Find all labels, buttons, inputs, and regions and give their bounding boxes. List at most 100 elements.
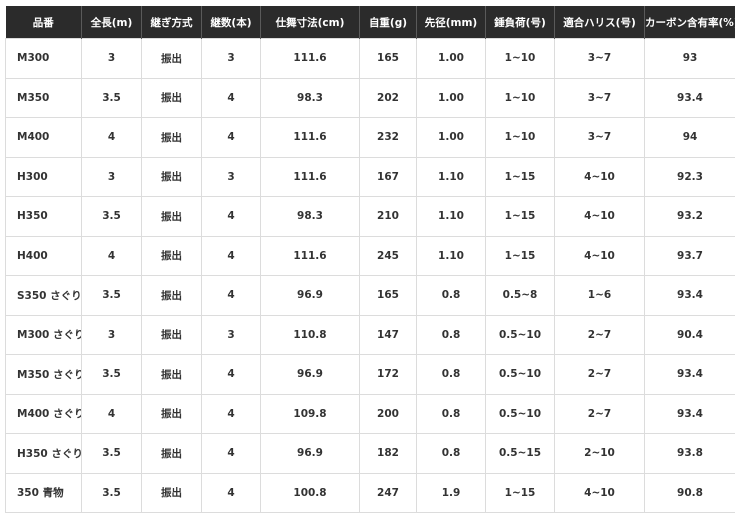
cell-sinker-load: 0.5~10 [485, 354, 555, 395]
table-row: M350 3.5 振出 4 98.3 202 1.00 1~10 3~7 93.4 [5, 77, 735, 118]
cell-carbon-content: 93 [644, 38, 735, 79]
cell-carbon-content: 93.4 [644, 275, 735, 316]
cell-product-code: M300 [5, 38, 82, 79]
cell-weight: 200 [359, 393, 417, 434]
cell-product-code: 350 青物 [5, 472, 82, 513]
column-header-product-code: 品番 [5, 6, 82, 39]
cell-closed-length: 98.3 [260, 77, 360, 118]
cell-sinker-load: 0.5~10 [485, 393, 555, 434]
cell-joint-type: 振出 [141, 275, 202, 316]
cell-carbon-content: 92.3 [644, 156, 735, 197]
column-header-section-count: 継数(本) [201, 6, 261, 39]
column-header-joint-type: 継ぎ方式 [141, 6, 202, 39]
cell-tip-diameter: 1.10 [416, 235, 486, 276]
cell-tip-diameter: 1.00 [416, 117, 486, 158]
cell-joint-type: 振出 [141, 354, 202, 395]
table-row: H350 3.5 振出 4 98.3 210 1.10 1~15 4~10 93.2 [5, 196, 735, 237]
cell-section-count: 4 [201, 275, 261, 316]
column-header-leader-line: 適合ハリス(号) [554, 6, 645, 39]
cell-joint-type: 振出 [141, 117, 202, 158]
cell-sinker-load: 1~15 [485, 235, 555, 276]
cell-tip-diameter: 1.00 [416, 77, 486, 118]
cell-tip-diameter: 0.8 [416, 314, 486, 355]
cell-tip-diameter: 0.8 [416, 433, 486, 474]
cell-sinker-load: 1~15 [485, 472, 555, 513]
table-row: M350 さぐり 3.5 振出 4 96.9 172 0.8 0.5~10 2~7 93.4 [5, 354, 735, 395]
cell-carbon-content: 93.7 [644, 235, 735, 276]
cell-total-length: 4 [81, 117, 142, 158]
cell-weight: 182 [359, 433, 417, 474]
cell-section-count: 4 [201, 393, 261, 434]
column-header-weight: 自重(g) [359, 6, 417, 39]
cell-carbon-content: 93.4 [644, 354, 735, 395]
cell-leader-line: 1~6 [554, 275, 645, 316]
cell-closed-length: 96.9 [260, 354, 360, 395]
cell-product-code: H350 さぐり [5, 433, 82, 474]
cell-product-code: S350 さぐり [5, 275, 82, 316]
cell-section-count: 4 [201, 77, 261, 118]
cell-tip-diameter: 0.8 [416, 354, 486, 395]
cell-closed-length: 111.6 [260, 235, 360, 276]
cell-leader-line: 4~10 [554, 472, 645, 513]
cell-product-code: H300 [5, 156, 82, 197]
cell-weight: 202 [359, 77, 417, 118]
cell-total-length: 3 [81, 156, 142, 197]
cell-product-code: M300 さぐり [5, 314, 82, 355]
table-row: M300 3 振出 3 111.6 165 1.00 1~10 3~7 93 [5, 38, 735, 79]
cell-leader-line: 2~7 [554, 393, 645, 434]
cell-section-count: 4 [201, 235, 261, 276]
cell-total-length: 3.5 [81, 354, 142, 395]
cell-sinker-load: 1~10 [485, 38, 555, 79]
cell-section-count: 4 [201, 354, 261, 395]
column-header-sinker-load: 錘負荷(号) [485, 6, 555, 39]
cell-weight: 167 [359, 156, 417, 197]
cell-weight: 165 [359, 275, 417, 316]
cell-sinker-load: 0.5~15 [485, 433, 555, 474]
cell-joint-type: 振出 [141, 314, 202, 355]
cell-weight: 245 [359, 235, 417, 276]
cell-closed-length: 96.9 [260, 433, 360, 474]
cell-product-code: M400 さぐり [5, 393, 82, 434]
cell-total-length: 3.5 [81, 77, 142, 118]
cell-closed-length: 109.8 [260, 393, 360, 434]
cell-carbon-content: 90.4 [644, 314, 735, 355]
table-row: 350 青物 3.5 振出 4 100.8 247 1.9 1~15 4~10 90.8 [5, 472, 735, 513]
cell-joint-type: 振出 [141, 156, 202, 197]
cell-sinker-load: 1~15 [485, 156, 555, 197]
cell-tip-diameter: 1.9 [416, 472, 486, 513]
cell-sinker-load: 1~10 [485, 117, 555, 158]
cell-leader-line: 4~10 [554, 196, 645, 237]
cell-tip-diameter: 0.8 [416, 275, 486, 316]
cell-carbon-content: 93.8 [644, 433, 735, 474]
cell-weight: 172 [359, 354, 417, 395]
cell-closed-length: 98.3 [260, 196, 360, 237]
cell-sinker-load: 1~15 [485, 196, 555, 237]
cell-leader-line: 2~7 [554, 354, 645, 395]
cell-tip-diameter: 1.10 [416, 196, 486, 237]
cell-carbon-content: 93.4 [644, 77, 735, 118]
cell-tip-diameter: 1.00 [416, 38, 486, 79]
cell-joint-type: 振出 [141, 393, 202, 434]
cell-section-count: 4 [201, 472, 261, 513]
cell-closed-length: 100.8 [260, 472, 360, 513]
cell-product-code: H350 [5, 196, 82, 237]
cell-total-length: 3 [81, 38, 142, 79]
cell-total-length: 4 [81, 235, 142, 276]
cell-section-count: 3 [201, 156, 261, 197]
column-header-carbon-content: カーボン含有率(%) [644, 6, 735, 39]
cell-closed-length: 111.6 [260, 38, 360, 79]
cell-section-count: 3 [201, 314, 261, 355]
cell-closed-length: 111.6 [260, 156, 360, 197]
table-row: H350 さぐり 3.5 振出 4 96.9 182 0.8 0.5~15 2~10 93.8 [5, 433, 735, 474]
cell-carbon-content: 93.4 [644, 393, 735, 434]
column-header-closed-length: 仕舞寸法(cm) [260, 6, 360, 39]
cell-weight: 147 [359, 314, 417, 355]
cell-sinker-load: 0.5~8 [485, 275, 555, 316]
cell-weight: 165 [359, 38, 417, 79]
cell-section-count: 4 [201, 433, 261, 474]
table-row: H300 3 振出 3 111.6 167 1.10 1~15 4~10 92.3 [5, 156, 735, 197]
cell-total-length: 3 [81, 314, 142, 355]
cell-section-count: 3 [201, 38, 261, 79]
cell-product-code: M350 [5, 77, 82, 118]
cell-weight: 232 [359, 117, 417, 158]
